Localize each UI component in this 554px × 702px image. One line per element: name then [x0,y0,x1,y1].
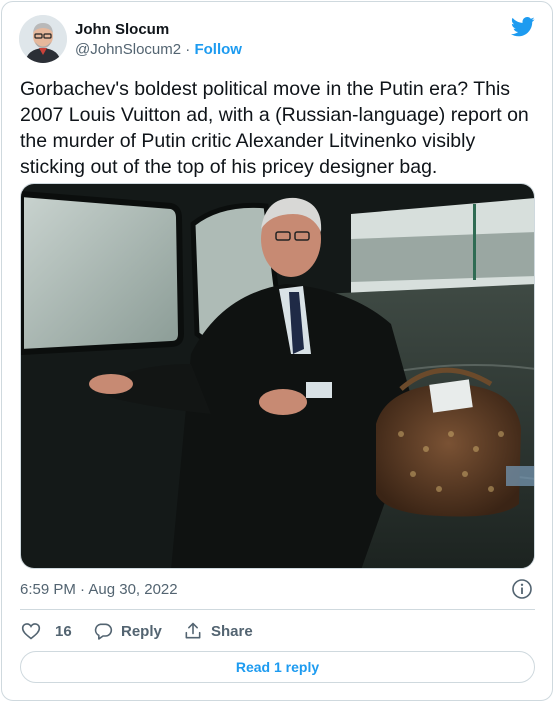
info-icon[interactable] [511,578,533,600]
author-handle-row: @JohnSlocum2 · Follow [75,41,242,58]
actions-divider [20,609,535,610]
read-replies-button[interactable]: Read 1 reply [20,651,535,683]
share-button[interactable]: Share [183,620,253,642]
heart-icon [21,623,41,640]
tweet-timestamp[interactable]: 6:59 PM · Aug 30, 2022 [20,581,178,598]
avatar-portrait-image [19,15,67,63]
author-avatar[interactable] [19,15,67,63]
tweet-text: Gorbachev's boldest political move in th… [20,78,529,178]
author-name[interactable]: John Slocum [75,21,169,38]
photo-car-interior-image [21,184,534,568]
share-upload-icon [185,622,201,639]
like-button[interactable]: 16 [21,620,72,642]
share-label: Share [211,622,253,640]
like-count: 16 [55,622,72,640]
reply-button[interactable]: Reply [93,620,162,642]
reply-label: Reply [121,622,162,640]
author-handle[interactable]: @JohnSlocum2 [75,41,181,58]
speech-bubble-icon [94,623,113,640]
tweet-photo[interactable] [20,183,535,569]
handle-separator: · [185,41,191,58]
follow-link[interactable]: Follow [194,41,242,58]
twitter-bird-icon[interactable] [511,17,535,37]
